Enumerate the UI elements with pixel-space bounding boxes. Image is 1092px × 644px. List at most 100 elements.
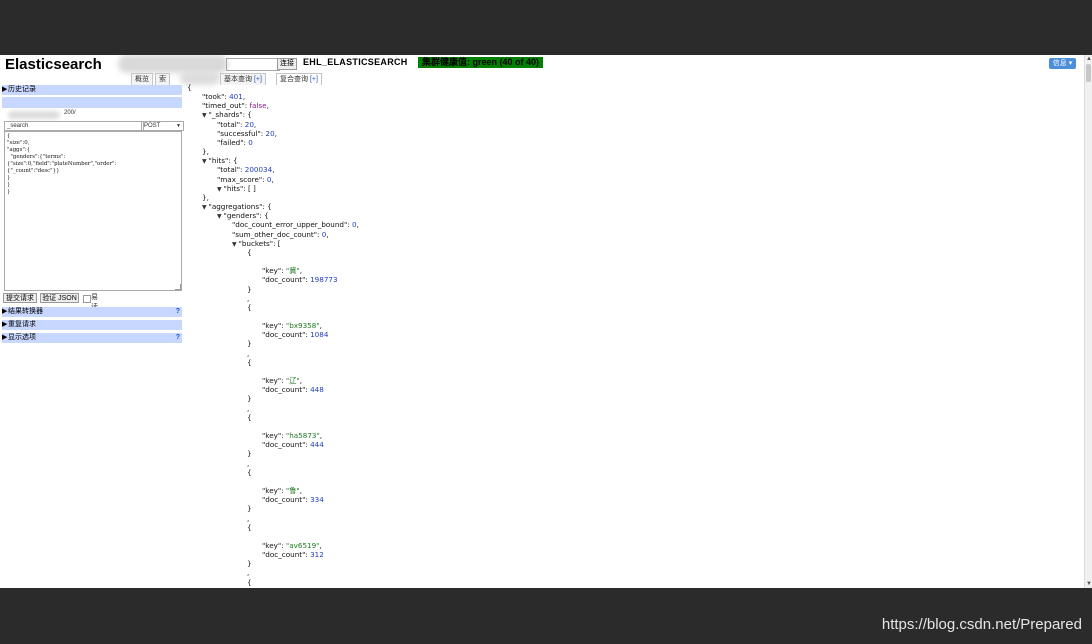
json-line: "doc_count_error_upper_bound": 0, xyxy=(232,220,359,229)
json-syntax: } xyxy=(247,559,252,569)
json-line: "sum_other_doc_count": 0, xyxy=(232,230,329,239)
json-syntax: "key": xyxy=(262,486,286,496)
json-line: { xyxy=(247,578,252,587)
json-syntax: "doc_count": xyxy=(262,550,311,560)
json-syntax: , xyxy=(272,165,275,175)
tab-label: 基本查询 xyxy=(224,76,252,83)
json-syntax: "doc_count": xyxy=(262,385,311,395)
json-line: "timed_out": false, xyxy=(202,101,269,110)
json-line: "max_score": 0, xyxy=(217,175,274,184)
json-line: "failed": 0 xyxy=(217,138,253,147)
json-value: 200034 xyxy=(244,165,273,175)
json-value: "鲁" xyxy=(285,486,300,496)
editor-line: "genders":{"terms": xyxy=(7,154,66,160)
json-syntax: , xyxy=(247,458,250,468)
method-value: POST xyxy=(144,123,161,129)
pretty-checkbox[interactable] xyxy=(83,295,91,303)
json-syntax: "sum_other_doc_count": xyxy=(232,229,322,239)
json-value: 20 xyxy=(244,119,254,129)
json-line: ▼ "buckets": [ xyxy=(232,239,281,249)
cluster-url-input[interactable] xyxy=(226,58,280,71)
method-select[interactable]: POST ▼ xyxy=(141,121,184,131)
tab-plus[interactable]: [+] xyxy=(310,76,318,83)
json-syntax: "doc_count": xyxy=(262,330,311,340)
validate-json-button[interactable]: 验证 JSON xyxy=(40,293,79,303)
json-syntax: , xyxy=(326,229,329,239)
json-value: 334 xyxy=(310,495,324,505)
json-line: , xyxy=(247,294,249,303)
json-line: { xyxy=(247,303,252,312)
json-line: { xyxy=(247,358,252,367)
json-line: "key": "bx9358", xyxy=(262,321,322,330)
json-syntax: { xyxy=(187,83,192,92)
history-label: 历史记录 xyxy=(8,86,36,93)
tab-overview[interactable]: 概览 xyxy=(131,73,153,85)
json-results-viewer: {"took": 401, "timed_out": false, ▼ "_shar… xyxy=(184,83,1074,588)
connect-button[interactable]: 连接 xyxy=(277,58,297,70)
json-syntax: , xyxy=(274,128,277,138)
result-transformer-section[interactable]: ▶结果转换器 ? xyxy=(2,307,182,317)
json-syntax: , xyxy=(242,92,246,102)
endpoint-input[interactable]: _search xyxy=(4,121,144,131)
json-syntax: "aggregations": { xyxy=(208,202,272,212)
json-line: { xyxy=(247,468,252,477)
json-line: } xyxy=(247,339,252,348)
json-line: , xyxy=(247,514,249,523)
json-line: } xyxy=(247,559,252,568)
scroll-thumb[interactable] xyxy=(1086,64,1091,82)
repeat-request-section[interactable]: ▶重复请求 xyxy=(2,320,182,330)
section-label: 结果转换器 xyxy=(8,308,43,315)
editor-content: {"size":0, "aggs":{ "genders":{"terms": {"… xyxy=(5,133,116,196)
json-syntax: { xyxy=(247,357,252,367)
resize-handle[interactable] xyxy=(175,284,181,290)
history-list-band xyxy=(2,97,182,108)
json-syntax: , xyxy=(253,119,257,129)
editor-line: { xyxy=(7,133,11,139)
json-value: 444 xyxy=(310,440,324,450)
json-syntax: "buckets": [ xyxy=(238,238,281,248)
json-syntax: "max_score": xyxy=(217,174,267,184)
json-syntax: "hits": { xyxy=(208,156,238,166)
json-syntax: , xyxy=(247,403,250,413)
json-value: false xyxy=(249,101,267,111)
json-line: } xyxy=(247,394,252,403)
json-line: , xyxy=(247,568,249,577)
json-value: 312 xyxy=(310,550,324,560)
json-value: 448 xyxy=(310,385,324,395)
elasticsearch-head-window: Elasticsearch 连接 EHL_ELASTICSEARCH 集群健康值… xyxy=(0,55,1092,588)
json-line: "key": "冀", xyxy=(262,266,302,275)
query-panel: ▶历史记录 200/ _search POST ▼ {"size":0, "agg… xyxy=(2,85,184,355)
json-syntax: "key": xyxy=(262,376,286,386)
help-icon[interactable]: ? xyxy=(176,333,180,343)
json-syntax: { xyxy=(247,577,252,587)
json-line: "successful": 20, xyxy=(217,129,277,138)
history-section[interactable]: ▶历史记录 xyxy=(2,85,182,95)
json-value: "av6519" xyxy=(285,541,320,550)
json-syntax: { xyxy=(247,302,252,312)
json-line: { xyxy=(247,413,252,422)
json-syntax: "key": xyxy=(262,541,286,550)
json-syntax: , xyxy=(299,376,303,386)
json-syntax: "timed_out": xyxy=(202,101,250,111)
json-line: } xyxy=(247,504,252,513)
request-path: 200/ xyxy=(64,110,76,116)
info-menu-button[interactable]: 信息 ▾ xyxy=(1049,58,1076,69)
scroll-up-icon[interactable]: ▲ xyxy=(1086,56,1092,62)
json-syntax: , xyxy=(247,293,250,303)
request-body-editor[interactable]: {"size":0, "aggs":{ "genders":{"terms": {"… xyxy=(4,131,182,291)
results-scrollbar[interactable]: ▲ ▼ xyxy=(1084,55,1092,588)
json-syntax: , xyxy=(319,431,323,441)
submit-request-button[interactable]: 提交请求 xyxy=(3,293,37,303)
json-line: } xyxy=(247,285,252,294)
json-value: 401 xyxy=(229,92,243,102)
json-syntax: "took": xyxy=(202,92,230,102)
help-icon[interactable]: ? xyxy=(176,307,180,317)
json-syntax: { xyxy=(247,412,252,422)
scroll-down-icon[interactable]: ▼ xyxy=(1086,581,1092,587)
editor-line: {"size":0,"field":"plateNumber","order": xyxy=(7,161,117,167)
display-options-section[interactable]: ▶显示选项 ? xyxy=(2,333,182,343)
json-syntax: "failed": xyxy=(217,137,249,147)
section-label: 重复请求 xyxy=(8,321,36,328)
tab-indices[interactable]: 索 xyxy=(155,73,170,85)
tab-plus[interactable]: [+] xyxy=(254,76,262,83)
